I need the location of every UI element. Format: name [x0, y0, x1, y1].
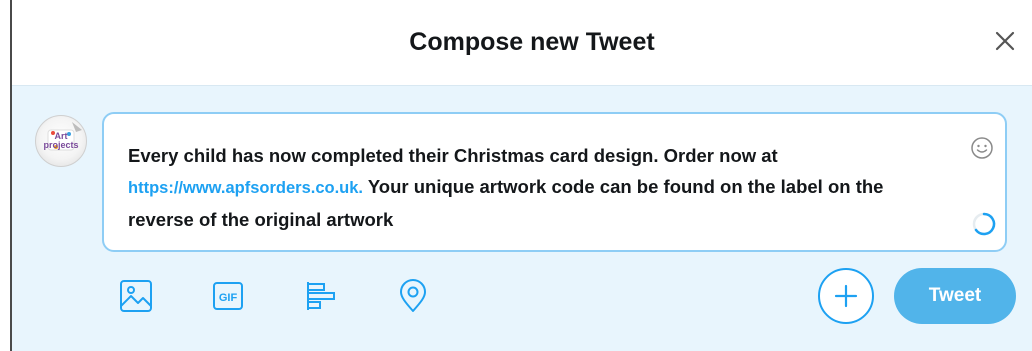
smiley-icon[interactable] — [970, 136, 994, 160]
location-icon[interactable] — [395, 278, 431, 314]
tweet-link[interactable]: https://www.apfsorders.co.uk. — [128, 179, 363, 197]
tweet-text-input[interactable]: Every child has now completed their Chri… — [128, 140, 928, 235]
avatar-logo-text: Art projects — [43, 131, 79, 150]
dialog-title: Compose new Tweet — [409, 28, 655, 56]
tweet-composer[interactable]: Every child has now completed their Chri… — [102, 112, 1007, 252]
poll-icon[interactable] — [304, 278, 340, 314]
gif-label: GIF — [219, 292, 238, 304]
tweet-button[interactable]: Tweet — [894, 268, 1016, 324]
gif-icon[interactable]: GIF — [210, 278, 246, 314]
compose-tweet-dialog: Compose new Tweet Art projects Every chi… — [10, 0, 1032, 351]
plus-icon — [834, 284, 858, 308]
tweet-text-part-1: Every child has now completed their Chri… — [128, 145, 778, 166]
image-icon[interactable] — [118, 278, 154, 314]
character-count-ring — [971, 211, 997, 237]
add-tweet-button[interactable] — [818, 268, 874, 324]
close-icon[interactable] — [990, 26, 1020, 56]
avatar[interactable]: Art projects — [35, 115, 87, 167]
dialog-header: Compose new Tweet — [12, 0, 1032, 86]
